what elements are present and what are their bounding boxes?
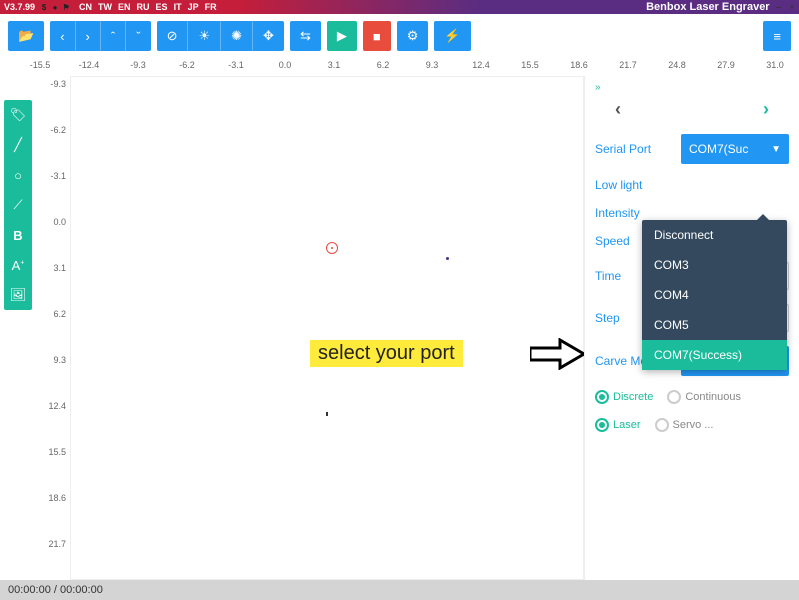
titlebar: V3.7.99 $ ● ⚑ CN TW EN RU ES IT JP FR Be…	[0, 0, 799, 14]
lang-ru[interactable]: RU	[137, 2, 150, 12]
discrete-radio[interactable]: Discrete	[595, 390, 653, 404]
settings-button[interactable]: ⚙	[397, 21, 429, 51]
ban-icon: ⊘	[167, 28, 178, 44]
version-label: V3.7.99	[4, 2, 35, 12]
circle-icon[interactable]: ●	[50, 2, 60, 12]
flag-icon[interactable]: ⚑	[61, 2, 71, 12]
line-tool[interactable]: ╱	[4, 130, 32, 160]
stop-button[interactable]: ■	[363, 21, 391, 51]
bolt-icon: ⚡	[444, 28, 460, 44]
sun-low-icon: ☀	[198, 28, 210, 44]
move-icon: ✥	[263, 28, 274, 44]
menu-button[interactable]: ≡	[763, 21, 791, 51]
port-option-disconnect[interactable]: Disconnect	[642, 220, 787, 250]
time-status: 00:00:00 / 00:00:00	[8, 584, 103, 596]
chevron-down-icon: ˇ	[136, 29, 140, 44]
servo-radio[interactable]: Servo ...	[655, 418, 714, 432]
canvas[interactable]	[70, 76, 584, 580]
annotation-label: select your port	[310, 340, 463, 367]
continuous-radio[interactable]: Continuous	[667, 390, 741, 404]
gear-icon: ⚙	[407, 28, 419, 44]
nav-right-button[interactable]: ›	[76, 21, 101, 51]
serial-port-menu: Disconnect COM3 COM4 COM5 COM7(Success)	[642, 220, 787, 370]
menu-icon: ≡	[773, 29, 781, 44]
curve-icon: ⟋	[13, 197, 22, 213]
low-light-label: Low light	[595, 178, 673, 192]
play-button[interactable]: ▶	[327, 21, 357, 51]
left-toolbar: 🏷 ╱ ○ ⟋ B A+ 🖼	[4, 100, 32, 310]
loop-button[interactable]: ⇆	[290, 21, 321, 51]
toolbar: 📂 ‹ › ˆ ˇ ⊘ ☀ ✺ ✥ ⇆ ▶ ■ ⚙ ⚡ ≡	[0, 14, 799, 58]
move-button[interactable]: ✥	[253, 21, 284, 51]
close-button[interactable]: ×	[789, 2, 795, 13]
ruler-horizontal: -15.5-12.4-9.3-6.2-3.10.03.16.29.312.415…	[40, 58, 799, 76]
radio-icon	[667, 390, 681, 404]
lang-fr[interactable]: FR	[205, 2, 217, 12]
serial-port-label: Serial Port	[595, 142, 673, 156]
chevron-right-icon: ›	[86, 29, 90, 44]
port-option-com3[interactable]: COM3	[642, 250, 787, 280]
point-marker	[446, 257, 449, 260]
image-tool[interactable]: 🖼	[4, 280, 32, 310]
flash-button[interactable]: ⚡	[434, 21, 470, 51]
panel-collapse-toggle[interactable]: »	[595, 82, 789, 93]
nav-up-button[interactable]: ˆ	[101, 21, 126, 51]
loop-icon: ⇆	[300, 28, 311, 44]
image-icon: 🖼	[10, 287, 27, 303]
open-file-button[interactable]: 📂	[8, 21, 44, 51]
bold-icon: B	[13, 228, 22, 243]
currency-icon[interactable]: $	[39, 2, 49, 12]
play-icon: ▶	[337, 28, 347, 44]
lang-it[interactable]: IT	[174, 2, 182, 12]
caret-down-icon: ▼	[771, 144, 781, 155]
sun-high-button[interactable]: ✺	[221, 21, 253, 51]
tick-marker	[326, 412, 328, 416]
app-title: Benbox Laser Engraver	[646, 1, 770, 13]
lang-tw[interactable]: TW	[98, 2, 112, 12]
minimize-button[interactable]: –	[776, 2, 782, 13]
nav-left-button[interactable]: ‹	[50, 21, 75, 51]
curve-tool[interactable]: ⟋	[4, 190, 32, 220]
statusbar: 00:00:00 / 00:00:00	[0, 580, 799, 600]
lang-jp[interactable]: JP	[188, 2, 199, 12]
chevron-left-icon: ‹	[60, 29, 64, 44]
lang-es[interactable]: ES	[156, 2, 168, 12]
radio-icon	[595, 418, 609, 432]
port-option-com7[interactable]: COM7(Success)	[642, 340, 787, 370]
port-option-com4[interactable]: COM4	[642, 280, 787, 310]
panel-next-button[interactable]: ›	[763, 99, 769, 120]
folder-open-icon: 📂	[18, 28, 34, 44]
circle-icon: ○	[14, 168, 22, 183]
origin-dot	[331, 247, 333, 249]
circle-tool[interactable]: ○	[4, 160, 32, 190]
panel-prev-button[interactable]: ‹	[615, 99, 621, 120]
lang-cn[interactable]: CN	[79, 2, 92, 12]
settings-panel: » ‹ › Serial Port COM7(Suc ▼ Low light I…	[584, 76, 799, 580]
sun-high-icon: ✺	[231, 28, 242, 44]
bold-tool[interactable]: B	[4, 220, 32, 250]
nav-down-button[interactable]: ˇ	[126, 21, 150, 51]
stop-icon: ■	[373, 29, 381, 44]
lang-en[interactable]: EN	[118, 2, 131, 12]
intensity-label: Intensity	[595, 206, 673, 220]
sun-low-button[interactable]: ☀	[188, 21, 221, 51]
disable-button[interactable]: ⊘	[157, 21, 189, 51]
tag-tool[interactable]: 🏷	[4, 100, 32, 130]
port-option-com5[interactable]: COM5	[642, 310, 787, 340]
chevron-up-icon: ˆ	[111, 29, 115, 44]
text-icon: A+	[12, 258, 25, 273]
radio-icon	[655, 418, 669, 432]
serial-port-dropdown[interactable]: COM7(Suc ▼	[681, 134, 789, 164]
laser-radio[interactable]: Laser	[595, 418, 641, 432]
line-icon: ╱	[14, 137, 22, 153]
tag-icon: 🏷	[10, 107, 27, 123]
text-tool[interactable]: A+	[4, 250, 32, 280]
annotation-arrow	[530, 338, 585, 375]
ruler-vertical: -9.3-6.2-3.10.03.16.29.312.415.518.621.7	[40, 76, 70, 580]
radio-icon	[595, 390, 609, 404]
language-list: CN TW EN RU ES IT JP FR	[79, 2, 217, 12]
